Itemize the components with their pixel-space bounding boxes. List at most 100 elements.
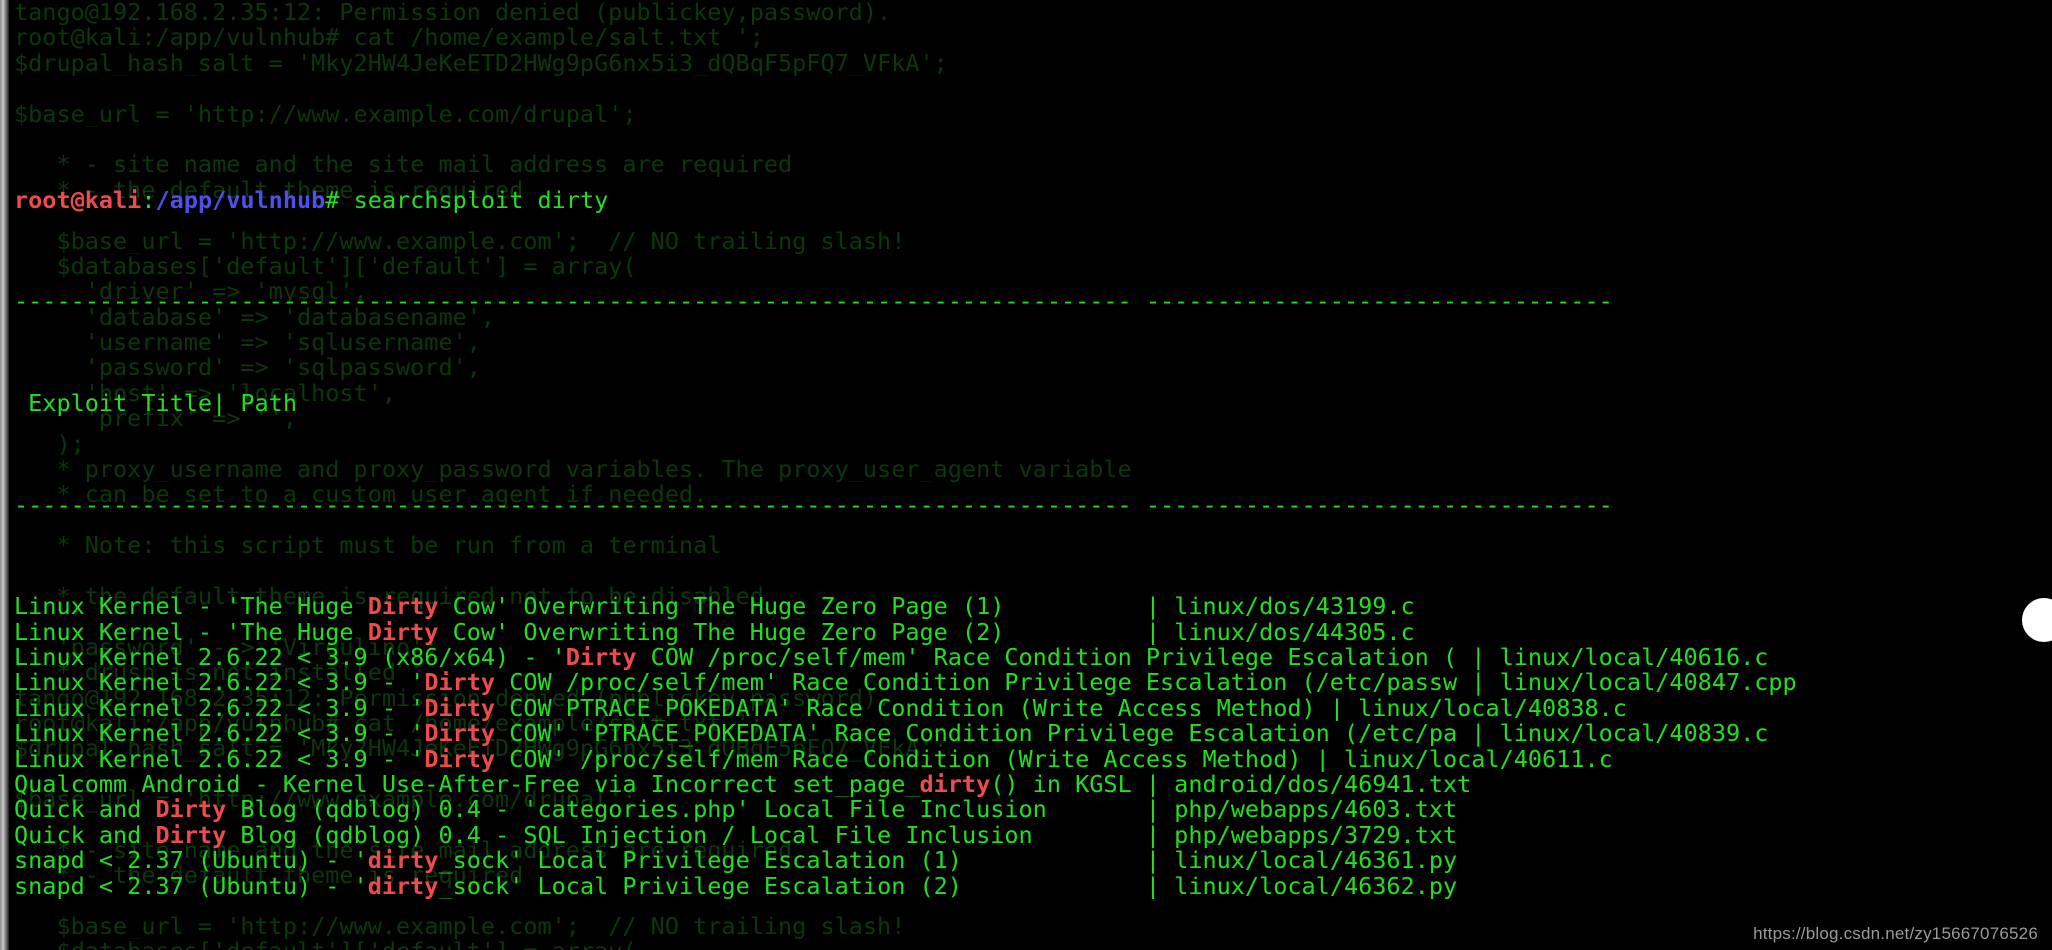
column-pad: [1004, 594, 1145, 619]
exploit-path: linux/local/46361.py: [1174, 848, 1458, 874]
column-divider: |: [1145, 619, 1175, 646]
exploit-row: Linux Kernel 2.6.22 < 3.9 - 'Dirty COW' …: [14, 721, 2052, 746]
terminal-output: root@kali:/app/vulnhub# searchsploit dir…: [0, 0, 2052, 950]
exploit-match-term: dirty: [919, 772, 991, 798]
column-pad: [1004, 620, 1145, 645]
exploit-title-text: Linux Kernel 2.6.22 < 3.9 - ': [14, 746, 425, 773]
exploit-title-text: The Huge: [240, 619, 368, 646]
column-pad: [1033, 823, 1146, 848]
exploit-path: linux/local/40839.c: [1499, 721, 1769, 747]
exploit-title-text: COW /proc/self/mem' Race Condition Privi…: [495, 670, 1458, 696]
command-searchsploit: searchsploit dirty: [353, 187, 609, 214]
exploit-match-term: Dirty: [424, 670, 496, 696]
exploit-path: linux/local/46362.py: [1174, 873, 1458, 899]
exploit-match-term: Dirty: [155, 822, 227, 849]
exploit-title-text: COW' 'PTRACE_POKEDATA' Race Condition Pr…: [495, 721, 1458, 747]
header-pipe: |: [212, 391, 227, 417]
column-header-path: Path: [226, 391, 297, 417]
column-pad: [1457, 721, 1471, 746]
exploit-path: linux/dos/43199.c: [1174, 594, 1415, 620]
column-divider: |: [1471, 645, 1500, 671]
column-divider: |: [1329, 695, 1359, 722]
exploit-row: snapd < 2.37 (Ubuntu) - 'dirty_sock' Loc…: [14, 848, 2052, 873]
column-divider: |: [1145, 822, 1175, 849]
column-divider: |: [1145, 873, 1175, 899]
window-left-scrollbar[interactable]: [0, 0, 9, 950]
prompt-separator: :: [141, 187, 156, 214]
terminal-window[interactable]: tango@192.168.2.35:12: Permission denied…: [0, 0, 2052, 950]
column-pad: [1457, 645, 1471, 670]
exploit-row: Quick and Dirty Blog (qdblog) 0.4 - SQL …: [14, 823, 2052, 848]
exploit-title-text: COW PTRACE_POKEDATA' Race Condition (Wri…: [495, 695, 1316, 722]
exploit-match-term: Dirty: [367, 619, 439, 646]
exploit-title-text: Linux Kernel - ': [14, 594, 241, 620]
column-divider: |: [1145, 797, 1175, 823]
exploit-row: Quick and Dirty Blog (qdblog) 0.4 - 'cat…: [14, 797, 2052, 822]
exploit-title-text: Cow' Overwriting The Huge Zero Page (1): [438, 594, 1005, 620]
exploit-title-text: Linux Kernel 2.6.22 < 3.9 (x86/x64) - ': [14, 645, 566, 671]
exploit-path: linux/local/40616.c: [1499, 645, 1769, 671]
column-pad: [1457, 670, 1471, 695]
scrolled-partial-line: [14, 102, 2052, 112]
column-pad: [1316, 696, 1330, 721]
exploit-row: Linux Kernel 2.6.22 < 3.9 - 'Dirty COW' …: [14, 747, 2052, 772]
exploit-match-term: Dirty: [424, 721, 496, 747]
exploit-path: android/dos/46941.txt: [1174, 772, 1472, 798]
exploit-match-term: Dirty: [424, 746, 496, 773]
exploit-row: Linux Kernel 2.6.22 < 3.9 (x86/x64) - 'D…: [14, 645, 2052, 670]
prompt-path: /app/vulnhub: [155, 187, 326, 214]
exploit-title-text: Linux Kernel 2.6.22 < 3.9 - ': [14, 670, 425, 696]
exploit-title-text: Quick and: [14, 822, 156, 849]
exploit-title-text: Cow' Overwriting The Huge Zero Page (2): [438, 619, 1005, 646]
exploit-title-text: Blog (qdblog) 0.4 - SQL Injection / Loca…: [226, 822, 1033, 849]
exploit-row: Linux Kernel - 'The Huge Dirty Cow' Over…: [14, 620, 2052, 645]
exploit-title-text: Linux Kernel 2.6.22 < 3.9 - ': [14, 721, 425, 747]
exploit-title-text: COW /proc/self/mem' Race Condition Privi…: [636, 645, 1458, 671]
exploit-path: linux/local/40611.c: [1343, 746, 1613, 773]
exploit-title-text: _sock' Local Privilege Escalation (1): [438, 848, 962, 874]
column-pad: [962, 874, 1146, 899]
exploit-path: linux/local/40838.c: [1358, 695, 1627, 722]
prompt-sigil: #: [325, 187, 354, 214]
column-divider: |: [1145, 848, 1175, 874]
exploit-match-term: Dirty: [155, 797, 227, 823]
table-rule-top: ----------------------------------------…: [14, 289, 1613, 315]
exploit-title-text: Linux Kernel - ': [14, 619, 241, 646]
column-divider: |: [1471, 670, 1500, 696]
exploit-row: snapd < 2.37 (Ubuntu) - 'dirty_sock' Loc…: [14, 874, 2052, 899]
exploit-path: php/webapps/3729.txt: [1174, 822, 1458, 849]
exploit-match-term: Dirty: [367, 594, 439, 620]
exploit-path: linux/dos/44305.c: [1174, 619, 1415, 646]
exploit-title-text: Quick and: [14, 797, 156, 823]
column-divider: |: [1471, 721, 1500, 747]
exploit-match-term: Dirty: [565, 645, 637, 671]
exploit-row: Qualcomm Android - Kernel Use-After-Free…: [14, 772, 2052, 797]
exploit-title-text: Blog (qdblog) 0.4 - 'categories.php' Loc…: [226, 797, 1047, 823]
column-pad: [962, 848, 1146, 873]
exploit-path: linux/local/40847.cpp: [1499, 670, 1797, 696]
column-pad: [1302, 747, 1316, 772]
column-divider: |: [1145, 772, 1175, 798]
exploit-row: Linux Kernel 2.6.22 < 3.9 - 'Dirty COW /…: [14, 670, 2052, 695]
exploit-match-term: dirty: [367, 848, 439, 874]
exploit-row: Linux Kernel 2.6.22 < 3.9 - 'Dirty COW P…: [14, 696, 2052, 721]
exploit-title-text: Linux Kernel 2.6.22 < 3.9 - ': [14, 695, 425, 722]
exploit-title-text: _sock' Local Privilege Escalation (2): [438, 873, 962, 899]
table-rule-mid: ----------------------------------------…: [14, 492, 1613, 519]
column-header-exploit-title: Exploit Title: [14, 391, 213, 417]
exploit-results-list: Linux Kernel - 'The Huge Dirty Cow' Over…: [14, 594, 2052, 899]
exploit-row: Linux Kernel - 'The Huge Dirty Cow' Over…: [14, 594, 2052, 619]
exploit-title-text: The Huge: [240, 594, 368, 620]
table-header-row: Exploit Title| Path: [14, 391, 2052, 416]
exploit-match-term: dirty: [367, 873, 439, 899]
exploit-title-text: Qualcomm Android - Kernel Use-After-Free…: [14, 772, 920, 798]
exploit-title-text: snapd < 2.37 (Ubuntu) - ': [14, 848, 368, 874]
column-pad: [1132, 772, 1146, 797]
column-divider: |: [1315, 746, 1344, 773]
exploit-match-term: Dirty: [424, 695, 496, 722]
column-divider: |: [1145, 594, 1175, 620]
exploit-title-text: () in KGSL: [990, 772, 1132, 798]
watermark-url: https://blog.csdn.net/zy15667076526: [1753, 924, 2038, 943]
command-line-searchsploit: root@kali:/app/vulnhub# searchsploit dir…: [14, 188, 2052, 213]
exploit-title-text: snapd < 2.37 (Ubuntu) - ': [14, 873, 368, 899]
